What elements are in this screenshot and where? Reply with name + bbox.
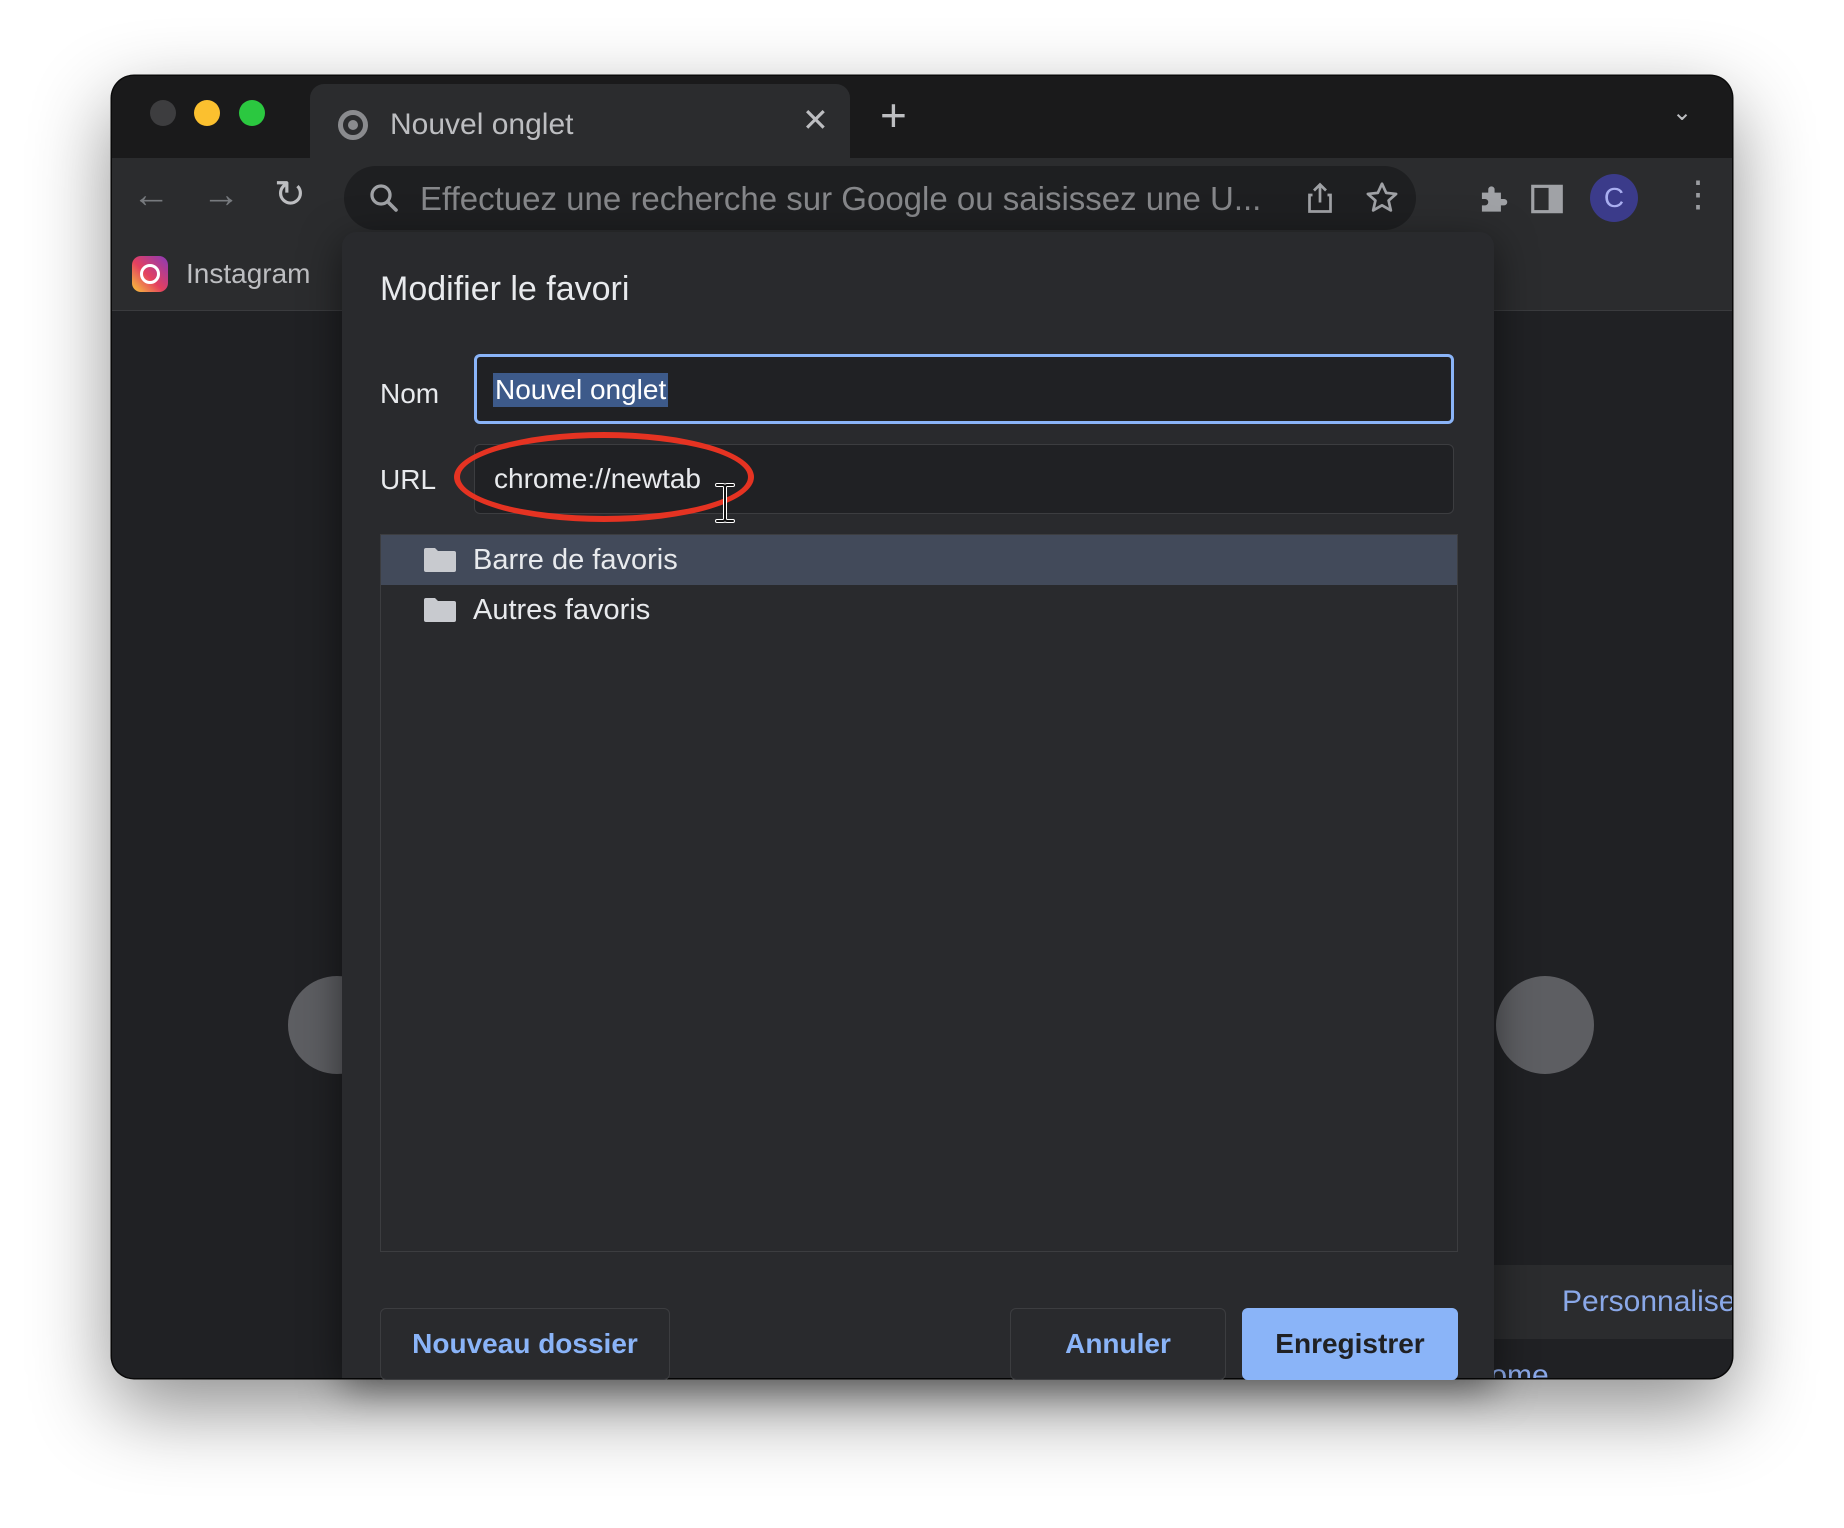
profile-avatar[interactable]: C — [1590, 174, 1638, 222]
bookmark-star-icon[interactable] — [1364, 180, 1400, 216]
instagram-icon — [132, 256, 168, 292]
save-button[interactable]: Enregistrer — [1242, 1308, 1458, 1380]
name-field-value: Nouvel onglet — [493, 373, 669, 407]
text-cursor-icon — [715, 483, 735, 523]
annotation-ellipse — [454, 432, 754, 522]
tab-title: Nouvel onglet — [390, 108, 574, 141]
close-tab-icon[interactable]: ✕ — [802, 104, 829, 136]
maximize-window-button[interactable] — [239, 100, 265, 126]
search-icon — [370, 184, 398, 212]
chrome-icon — [338, 110, 368, 140]
cancel-button[interactable]: Annuler — [1010, 1308, 1226, 1380]
tab-new-tab[interactable]: Nouvel onglet ✕ — [310, 84, 850, 158]
close-window-button[interactable] — [150, 100, 176, 126]
tree-item-bookmarks-bar[interactable]: Barre de favoris — [381, 535, 1457, 585]
share-icon[interactable] — [1302, 180, 1338, 216]
tree-item-label: Autres favoris — [473, 594, 651, 626]
menu-icon[interactable]: ⋮ — [1680, 176, 1716, 212]
omnibox[interactable]: Effectuez une recherche sur Google ou sa… — [344, 166, 1416, 230]
folder-tree[interactable]: Barre de favoris Autres favoris — [380, 534, 1458, 1252]
extensions-icon[interactable] — [1474, 180, 1512, 218]
back-button[interactable]: ← — [132, 176, 170, 214]
title-bar: Nouvel onglet ✕ + ⌄ — [112, 76, 1732, 158]
minimize-window-button[interactable] — [194, 100, 220, 126]
toolbar: ← → ↻ Effectuez une recherche sur Google… — [112, 158, 1732, 238]
tree-item-label: Barre de favoris — [473, 544, 678, 576]
omnibox-placeholder: Effectuez une recherche sur Google ou sa… — [420, 180, 1262, 217]
name-field[interactable]: Nouvel onglet — [474, 354, 1454, 424]
bookmark-instagram[interactable]: Instagram — [186, 258, 311, 290]
dialog-title: Modifier le favori — [380, 270, 630, 308]
url-label: URL — [380, 464, 437, 495]
edit-bookmark-dialog: Modifier le favori Nom Nouvel onglet URL… — [342, 232, 1494, 1380]
shortcut-tile[interactable] — [1496, 976, 1594, 1074]
new-tab-button[interactable]: + — [880, 92, 907, 138]
new-folder-button[interactable]: Nouveau dossier — [380, 1308, 670, 1380]
forward-button[interactable]: → — [202, 176, 240, 214]
reload-button[interactable]: ↻ — [274, 176, 306, 214]
name-label: Nom — [380, 378, 440, 409]
tree-item-other-bookmarks[interactable]: Autres favoris — [381, 585, 1457, 635]
side-panel-icon[interactable] — [1528, 180, 1566, 218]
folder-icon — [424, 548, 456, 572]
tab-search-chevron-icon[interactable]: ⌄ — [1672, 98, 1692, 127]
folder-icon — [424, 598, 456, 622]
